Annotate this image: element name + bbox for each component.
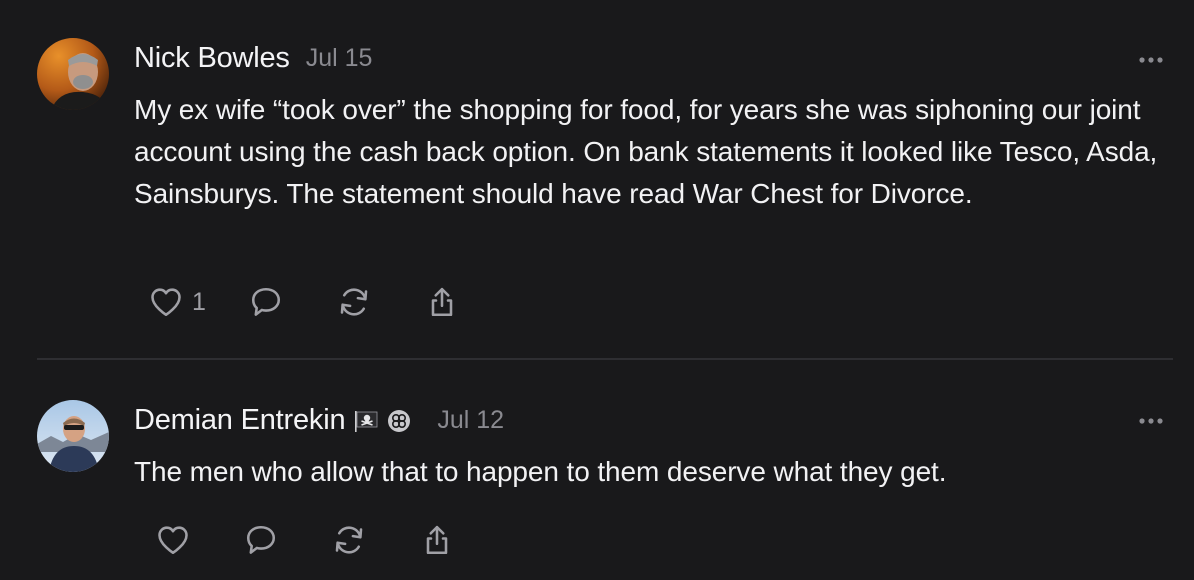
- author-name[interactable]: Demian Entrekin: [134, 404, 346, 437]
- avatar[interactable]: [37, 400, 109, 472]
- repost-button[interactable]: [336, 284, 372, 320]
- comment-icon: [246, 525, 276, 554]
- repost-icon: [340, 288, 368, 316]
- more-icon: [1139, 418, 1163, 424]
- share-button[interactable]: [419, 522, 455, 558]
- comment-body: My ex wife “took over” the shopping for …: [134, 94, 1158, 209]
- comment-actions: [155, 522, 455, 558]
- like-button[interactable]: 1: [148, 284, 206, 320]
- comment-header: Nick Bowles Jul 15: [134, 42, 372, 75]
- reply-button[interactable]: [248, 284, 284, 320]
- comment-icon: [251, 287, 280, 316]
- comment-date[interactable]: Jul 12: [437, 406, 504, 435]
- badge-icon: [387, 409, 411, 433]
- repost-icon: [335, 526, 363, 554]
- comment-actions: 1: [148, 284, 460, 320]
- comment-date[interactable]: Jul 15: [306, 44, 373, 73]
- share-icon: [431, 287, 453, 317]
- heart-icon: [158, 526, 188, 555]
- heart-icon: [151, 288, 181, 317]
- share-icon: [426, 525, 448, 555]
- more-options-button[interactable]: [1136, 50, 1166, 70]
- like-button[interactable]: [155, 522, 191, 558]
- more-options-button[interactable]: [1136, 411, 1166, 431]
- author-name[interactable]: Nick Bowles: [134, 42, 290, 75]
- comment-body: The men who allow that to happen to them…: [134, 456, 947, 487]
- repost-button[interactable]: [331, 522, 367, 558]
- more-icon: [1139, 57, 1163, 63]
- share-button[interactable]: [424, 284, 460, 320]
- comment-divider: [37, 358, 1173, 360]
- comment-header: Demian Entrekin Jul 12: [134, 404, 504, 437]
- like-count: 1: [192, 287, 206, 316]
- avatar[interactable]: [37, 38, 109, 110]
- pirate-flag-icon: [353, 409, 379, 433]
- reply-button[interactable]: [243, 522, 279, 558]
